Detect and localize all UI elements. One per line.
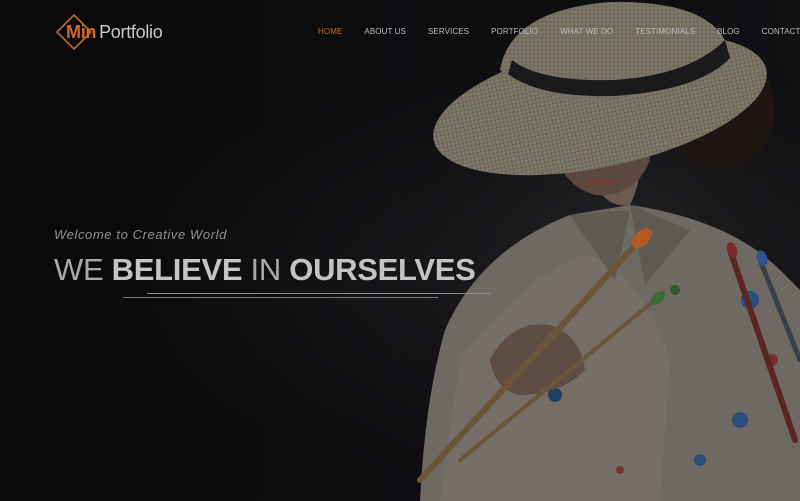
nav-item-portfolio[interactable]: PORTFOLIO xyxy=(491,27,538,37)
top-navigation: Min Portfolio HOME ABOUT US SERVICES PORT… xyxy=(0,0,800,64)
logo[interactable]: Min Portfolio xyxy=(54,12,174,52)
headline-underline-bottom xyxy=(123,297,438,298)
headline-word-we: WE xyxy=(54,252,104,287)
main-menu: HOME ABOUT US SERVICES PORTFOLIO WHAT WE… xyxy=(318,27,800,37)
hero-headline: WE BELIEVE IN OURSELVES xyxy=(54,252,476,288)
nav-item-about-us[interactable]: ABOUT US xyxy=(364,27,406,37)
nav-item-testimonials[interactable]: TESTIMONIALS xyxy=(635,27,695,37)
headline-word-ourselves: OURSELVES xyxy=(289,252,476,287)
nav-item-what-we-do[interactable]: WHAT WE DO xyxy=(560,27,613,37)
nav-item-services[interactable]: SERVICES xyxy=(428,27,469,37)
nav-item-blog[interactable]: BLOG xyxy=(717,27,740,37)
hero-subtitle: Welcome to Creative World xyxy=(54,227,227,242)
nav-item-contact-us[interactable]: CONTACT US xyxy=(762,27,800,37)
headline-underline-top xyxy=(147,293,490,294)
brand-strong: Min xyxy=(66,22,97,42)
painter-with-hat-illustration xyxy=(400,0,800,501)
hero-section: Min Portfolio HOME ABOUT US SERVICES PORT… xyxy=(0,0,800,501)
headline-word-in: IN xyxy=(250,252,282,287)
headline-word-believe: BELIEVE xyxy=(111,252,243,287)
nav-item-home[interactable]: HOME xyxy=(318,27,342,37)
brand-light: Portfolio xyxy=(99,22,163,42)
brand-name: Min Portfolio xyxy=(66,22,163,42)
